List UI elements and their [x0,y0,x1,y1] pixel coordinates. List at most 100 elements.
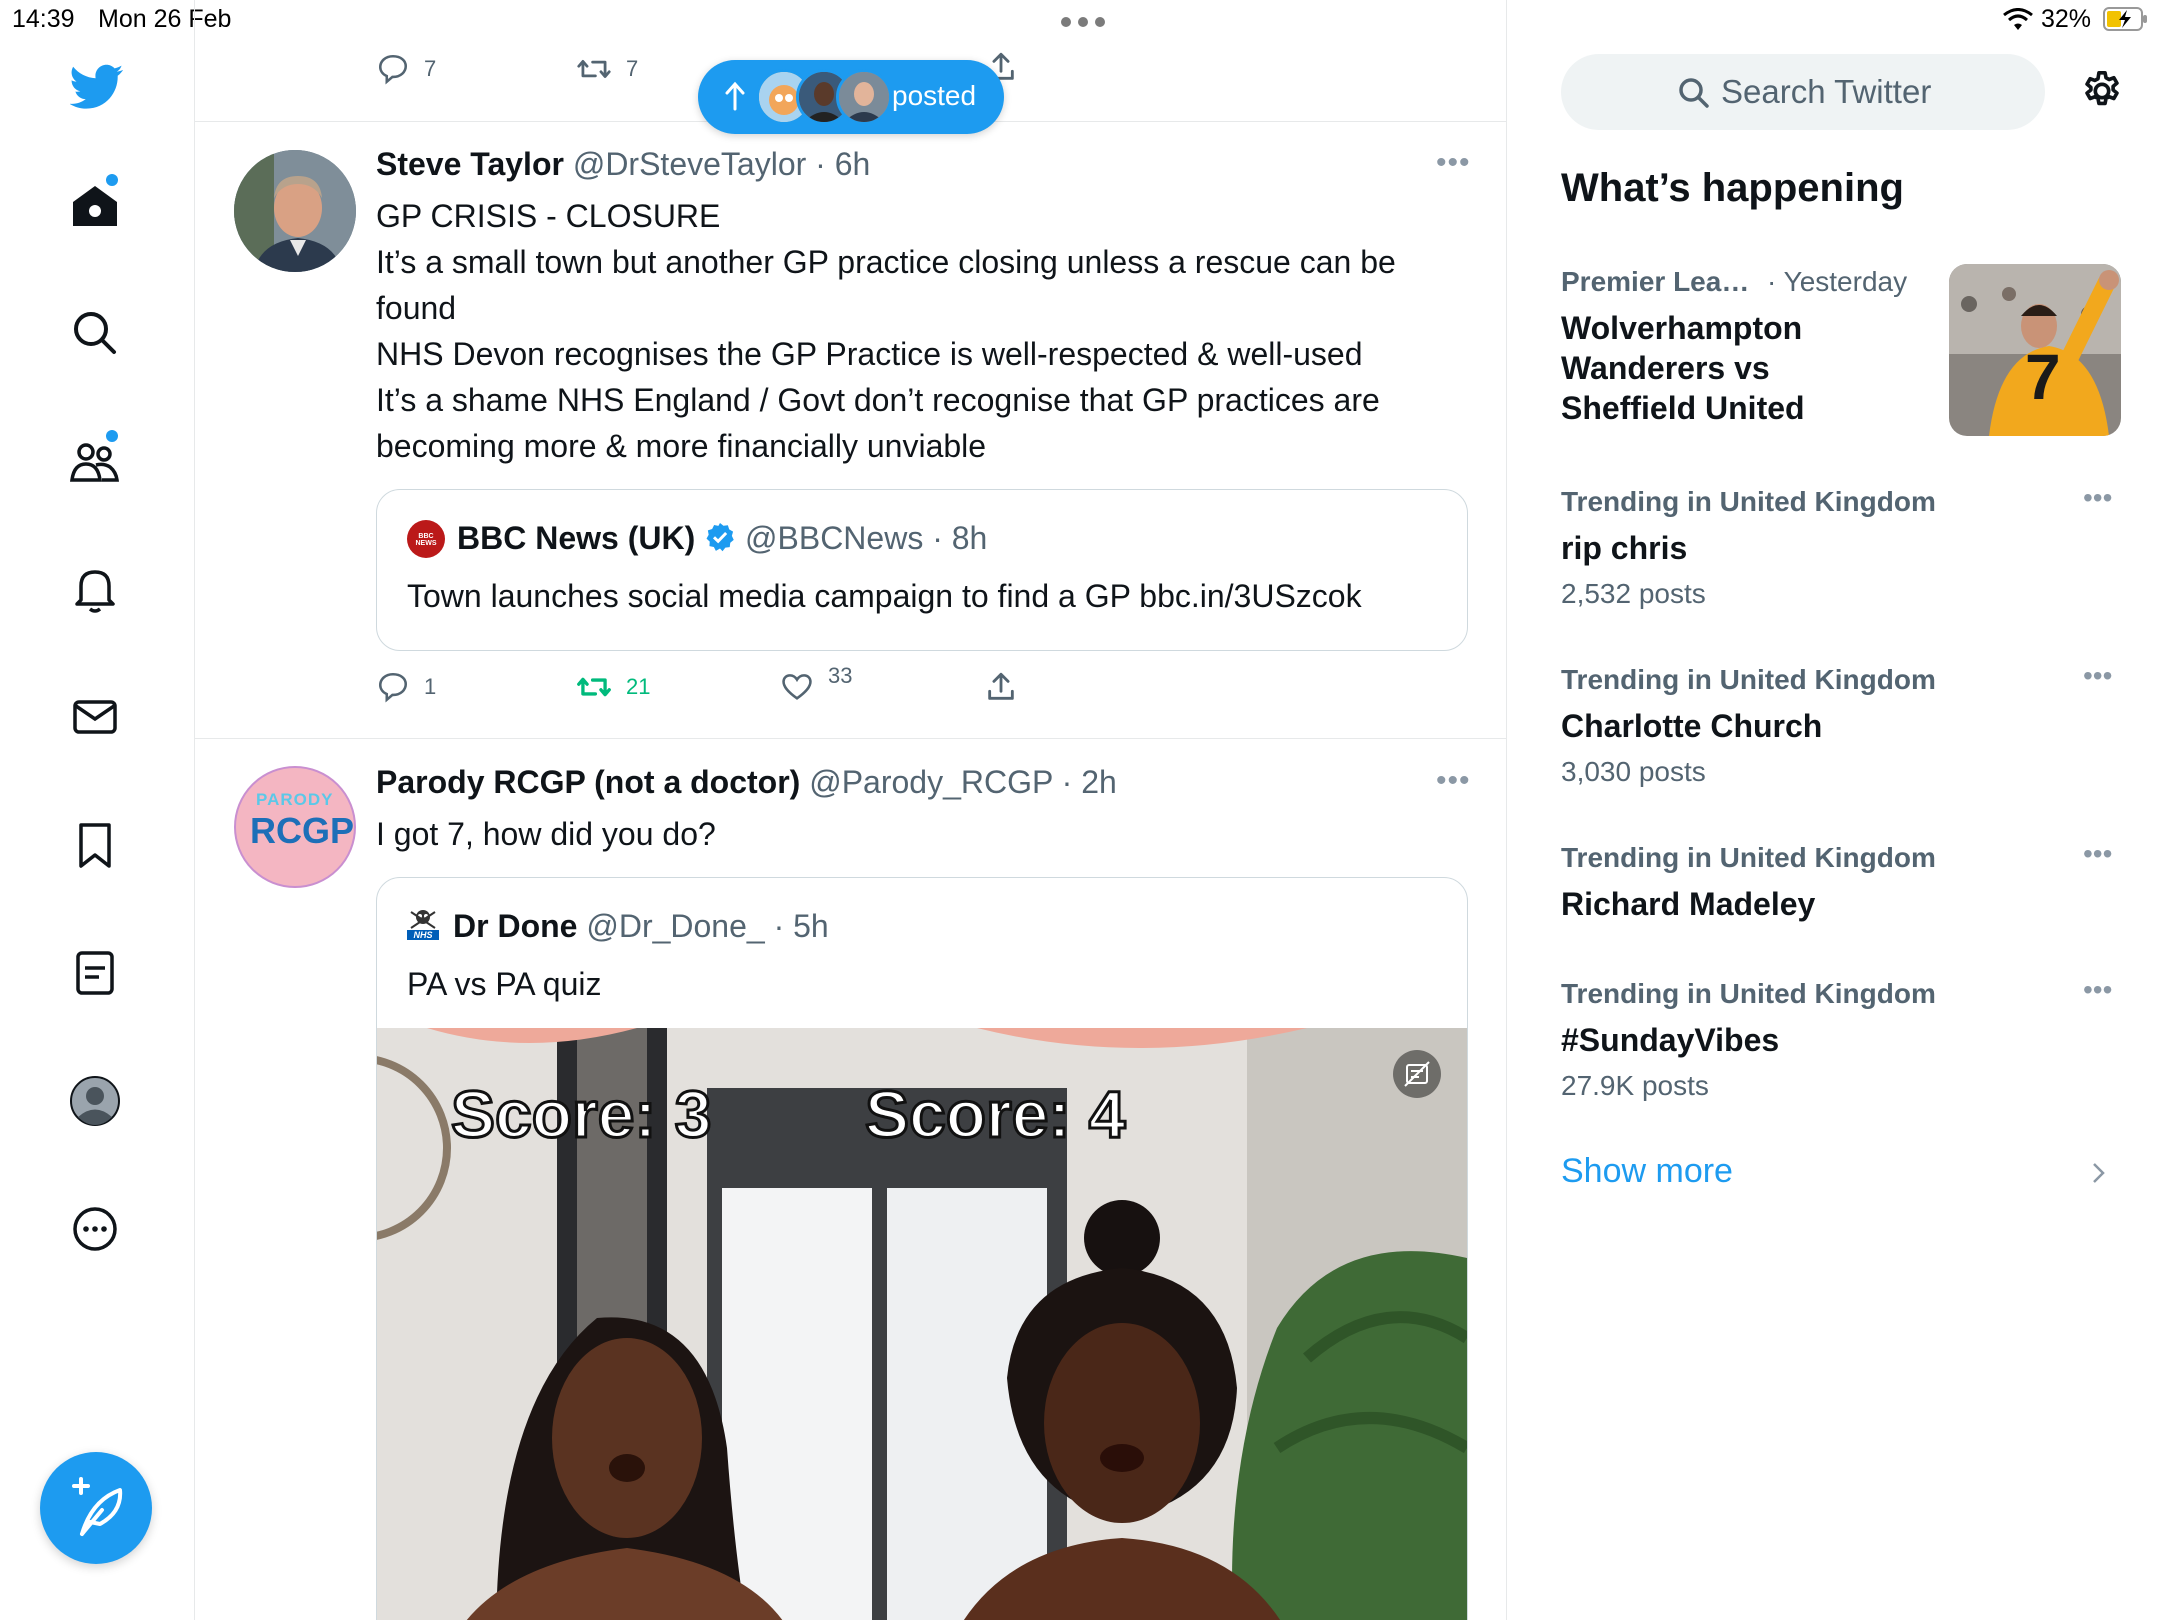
trend-meta: Trending in United Kingdom [1561,978,1936,1009]
trend-count: 2,532 posts [1561,578,1706,609]
tweet-line: NHS Devon recognises the GP Practice is … [376,336,1363,372]
chevron-right-icon [2089,1158,2109,1188]
jersey-number: 7 [2025,341,2061,413]
poster-avatar [836,69,892,125]
home-icon[interactable] [66,174,124,234]
featured-title-line: Wolverhampton [1561,310,1803,346]
tweet-header: Steve Taylor @DrSteveTaylor · 6h [376,146,871,182]
quoted-author-handle: @BBCNews [745,520,924,556]
tweet-time[interactable]: 2h [1081,764,1117,800]
trend-more-icon[interactable]: ••• [2083,482,2112,514]
tweet-text: GP CRISIS - CLOSURE It’s a small town bu… [376,193,1466,469]
featured-trend[interactable]: Premier Lea… · Yesterday Wolverhampton W… [1561,262,2121,438]
retweet-icon [577,677,611,697]
search-placeholder: Search Twitter [1721,73,1932,110]
like-button[interactable]: 33 [780,663,852,704]
tweet-line: It’s a shame NHS England / Govt don’t re… [376,382,1380,418]
tweet-line: It’s a small town but another GP practic… [376,244,1396,280]
settings-gear-icon[interactable] [2079,68,2125,114]
search-input[interactable]: Search Twitter [1561,54,2045,130]
author-avatar[interactable]: PARODY RCGP [234,766,356,888]
author-name[interactable]: Parody RCGP (not a doctor) [376,764,800,800]
quoted-tweet[interactable]: NHS Dr Done @Dr_Done_ · 5h PA vs PA quiz [376,877,1468,1620]
arrow-up-icon [724,81,746,111]
retweet-button[interactable]: 7 [576,52,638,86]
quoted-author-handle: @Dr_Done_ [586,908,765,944]
reply-icon [378,672,408,703]
tweet-header: Parody RCGP (not a doctor) @Parody_RCGP … [376,764,1117,800]
trend-more-icon[interactable]: ••• [2083,974,2112,1006]
share-button[interactable] [984,670,1018,704]
reply-count: 7 [424,56,437,81]
messages-mail-icon[interactable] [66,688,124,746]
quoted-header: BBC News (UK) @BBCNews · 8h [457,520,988,556]
like-count: 33 [828,663,853,688]
quoted-author-name: BBC News (UK) [457,520,696,556]
search-icon[interactable] [66,304,124,362]
bookmarks-icon[interactable] [66,816,124,874]
verified-badge-icon [704,521,736,553]
author-avatar[interactable] [234,150,356,272]
author-handle[interactable]: @DrSteveTaylor [573,146,806,182]
media-settings-icon[interactable] [1393,1050,1441,1098]
author-handle[interactable]: @Parody_RCGP [809,764,1053,800]
score-right-label: Score: 4 [863,1076,1126,1153]
tweet-more-icon[interactable]: ••• [1436,764,1471,798]
communities-unread-dot [106,430,118,442]
quoted-time: 5h [793,908,829,944]
show-more-label: Show more [1561,1152,1733,1190]
reply-count: 1 [424,674,437,699]
quoted-tweet[interactable]: BBC NEWS BBC News (UK) @BBCNews · 8h Tow… [376,489,1468,651]
author-name[interactable]: Steve Taylor [376,146,564,182]
tweet-line: found [376,290,457,326]
compose-tweet-button[interactable] [40,1452,152,1564]
twitter-logo-icon[interactable] [70,64,124,110]
reply-button[interactable]: 7 [376,52,436,86]
divider [194,738,1506,739]
trend-item[interactable]: Trending in United Kingdom ••• Charlotte… [1561,660,2117,800]
quoted-text[interactable]: PA vs PA quiz [407,966,601,1003]
retweet-button[interactable]: 21 [576,670,650,704]
quoted-author-name: Dr Done [453,908,578,944]
featured-title-line: Sheffield United [1561,390,1805,426]
reply-icon [378,54,408,85]
tweet-time[interactable]: 6h [835,146,871,182]
tweet-line: GP CRISIS - CLOSURE [376,198,721,234]
lists-icon[interactable] [66,944,124,1002]
heart-icon [782,674,812,700]
home-unread-dot [106,174,118,186]
sidebar [0,0,195,1620]
quoted-video-media[interactable]: Score: 3 Score: 4 [377,1028,1467,1620]
profile-avatar-icon[interactable] [66,1072,124,1130]
tweet-more-icon[interactable]: ••• [1436,146,1471,180]
featured-title-line: Wanderers vs [1561,350,1770,386]
trend-more-icon[interactable]: ••• [2083,838,2112,870]
retweet-count: 7 [626,56,639,81]
reply-button[interactable]: 1 [376,670,436,704]
compose-feather-icon [72,1477,123,1536]
trend-item[interactable]: Trending in United Kingdom ••• #SundayVi… [1561,974,2117,1114]
trend-meta: Trending in United Kingdom [1561,486,1936,517]
trend-more-icon[interactable]: ••• [2083,660,2112,692]
timeline[interactable]: 7 7 Steve Taylor @DrSteveTaylor · 6h •••… [194,0,1507,1620]
new-posts-label: posted [892,80,977,111]
trend-item[interactable]: Trending in United Kingdom ••• Richard M… [1561,838,2117,938]
featured-category: Premier Lea… [1561,266,1750,297]
more-options-icon[interactable] [66,1200,124,1258]
show-more-link[interactable]: Show more [1561,1152,2117,1196]
notifications-bell-icon[interactable] [66,560,124,618]
tweet-line: becoming more & more financially unviabl… [376,428,987,464]
score-left-label: Score: 3 [449,1076,712,1153]
share-icon [988,672,1014,700]
trend-meta: Trending in United Kingdom [1561,664,1936,695]
retweet-count: 21 [626,674,651,699]
featured-when: · Yesterday [1767,266,1908,297]
right-column: Search Twitter What’s happening Premier … [1507,0,2160,1620]
quoted-text[interactable]: Town launches social media campaign to f… [407,578,1362,615]
trend-title: #SundayVibes [1561,1022,1780,1058]
trend-count: 3,030 posts [1561,756,1706,787]
trend-item[interactable]: Trending in United Kingdom ••• rip chris… [1561,482,2117,622]
communities-icon[interactable] [66,430,124,490]
new-posts-pill[interactable]: posted [698,60,1004,134]
trend-title: rip chris [1561,530,1688,566]
